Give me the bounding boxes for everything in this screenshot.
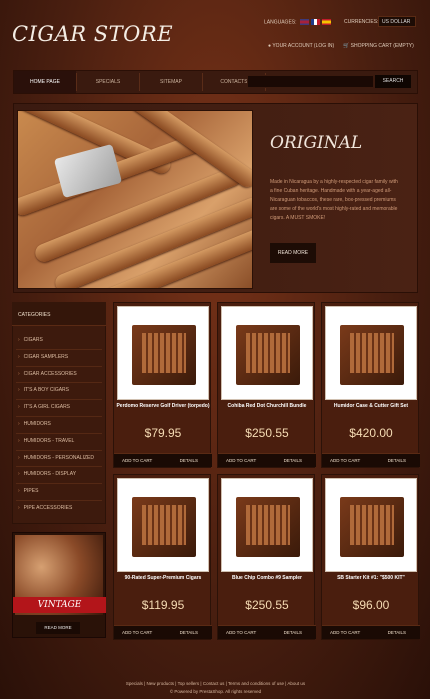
currency-select[interactable]: US DOLLAR (378, 16, 416, 27)
nav-sitemap[interactable]: SITEMAP (140, 71, 202, 93)
cigar-cutter-icon (53, 143, 123, 199)
product-image[interactable] (325, 306, 417, 400)
product-price: $119.95 (141, 598, 185, 612)
product-actions: ADD TO CART DETAILS (322, 453, 420, 467)
product-name[interactable]: Humidor Case & Cutter Gift Set (324, 403, 418, 410)
product-image[interactable] (117, 478, 209, 572)
product-image[interactable] (221, 306, 313, 400)
currencies-label: CURRENCIES: (344, 19, 379, 25)
category-item[interactable]: CIGAR ACCESSORIES (14, 371, 104, 377)
category-item[interactable]: PIPE ACCESSORIES (14, 505, 104, 511)
product-name[interactable]: Blue Chip Combo #9 Sampler (220, 575, 314, 582)
search-input[interactable] (247, 75, 374, 88)
add-to-cart-button[interactable]: ADD TO CART (122, 458, 152, 463)
languages-label: LANGUAGES: (264, 19, 297, 26)
france-flag-icon[interactable] (310, 19, 320, 25)
product-price: $96.00 (352, 598, 390, 612)
uk-flag-icon[interactable] (299, 19, 309, 25)
product-actions: ADD TO CART DETAILS (114, 453, 212, 467)
footer-links[interactable]: Specials | New products | Top sellers | … (13, 680, 418, 688)
product-actions: ADD TO CART DETAILS (114, 625, 212, 639)
cart-icon: 🛒 (343, 43, 350, 49)
category-item[interactable]: IT'S A BOY CIGARS (14, 387, 104, 393)
product-name[interactable]: Cohiba Red Dot Churchill Bundle (220, 403, 314, 410)
search-button[interactable]: SEARCH (375, 75, 411, 88)
nav-home[interactable]: HOME PAGE (14, 71, 76, 93)
store-logo[interactable]: CIGAR STORE (12, 22, 173, 46)
product-actions: ADD TO CART DETAILS (322, 625, 420, 639)
cart-link[interactable]: 🛒 SHOPPING CART (EMPTY) (343, 43, 414, 49)
details-button[interactable]: DETAILS (284, 458, 302, 463)
details-button[interactable]: DETAILS (388, 630, 406, 635)
product-price: $420.00 (349, 426, 393, 440)
details-button[interactable]: DETAILS (284, 630, 302, 635)
details-button[interactable]: DETAILS (180, 630, 198, 635)
add-to-cart-button[interactable]: ADD TO CART (226, 630, 256, 635)
category-item[interactable]: PIPES (14, 488, 104, 494)
footer: Specials | New products | Top sellers | … (13, 680, 418, 696)
add-to-cart-button[interactable]: ADD TO CART (226, 458, 256, 463)
product-name[interactable]: SB Starter Kit #1: "$500 KIT" (324, 575, 418, 582)
category-item[interactable]: HUMIDORS - DISPLAY (14, 471, 104, 477)
promo-ribbon: VINTAGE (13, 597, 106, 613)
product-actions: ADD TO CART DETAILS (218, 625, 316, 639)
product-name[interactable]: Perdomo Reserve Golf Driver (torpedo) (116, 403, 210, 410)
slide-title: ORIGINAL (270, 133, 363, 153)
product-name[interactable]: 90-Rated Super-Premium Cigars (116, 575, 210, 582)
product-card[interactable]: Blue Chip Combo #9 Sampler $250.55 ADD T… (217, 474, 316, 640)
account-label: YOUR ACCOUNT (LOG IN) (272, 43, 335, 49)
category-item[interactable]: CIGARS (14, 337, 104, 343)
nav-specials[interactable]: SPECIALS (77, 71, 139, 93)
product-card[interactable]: Perdomo Reserve Golf Driver (torpedo) $7… (113, 302, 212, 468)
product-image[interactable] (325, 478, 417, 572)
product-card[interactable]: 90-Rated Super-Premium Cigars $119.95 AD… (113, 474, 212, 640)
product-image[interactable] (221, 478, 313, 572)
languages-selector[interactable]: LANGUAGES: (264, 19, 331, 25)
footer-powered: © Powered by PrestaShop. All rights rese… (169, 689, 262, 694)
categories-title: CATEGORIES (12, 302, 106, 326)
product-actions: ADD TO CART DETAILS (218, 453, 316, 467)
details-button[interactable]: DETAILS (388, 458, 406, 463)
add-to-cart-button[interactable]: ADD TO CART (330, 630, 360, 635)
product-price: $250.55 (245, 598, 289, 612)
add-to-cart-button[interactable]: ADD TO CART (122, 630, 152, 635)
product-card[interactable]: Humidor Case & Cutter Gift Set $420.00 A… (321, 302, 420, 468)
add-to-cart-button[interactable]: ADD TO CART (330, 458, 360, 463)
category-item[interactable]: HUMIDORS - PERSONALIZED (14, 455, 104, 461)
product-price: $250.55 (245, 426, 289, 440)
account-link[interactable]: ● YOUR ACCOUNT (LOG IN) (268, 43, 334, 49)
user-icon: ● (268, 43, 272, 49)
product-price: $79.95 (144, 426, 182, 440)
product-card[interactable]: SB Starter Kit #1: "$500 KIT" $96.00 ADD… (321, 474, 420, 640)
slide-text: Made in Nicaragua by a highly-respected … (270, 179, 398, 221)
category-item[interactable]: HUMIDORS - TRAVEL (14, 438, 104, 444)
cart-label: SHOPPING CART (EMPTY) (350, 43, 414, 49)
spain-flag-icon[interactable] (321, 19, 331, 25)
category-item[interactable]: CIGAR SAMPLERS (14, 354, 104, 360)
product-card[interactable]: Cohiba Red Dot Churchill Bundle $250.55 … (217, 302, 316, 468)
category-item[interactable]: IT'S A GIRL CIGARS (14, 404, 104, 410)
category-item[interactable]: HUMIDORS (14, 421, 104, 427)
details-button[interactable]: DETAILS (180, 458, 198, 463)
hero-image (17, 110, 253, 289)
promo-read-more-button[interactable]: READ MORE (36, 622, 80, 634)
product-image[interactable] (117, 306, 209, 400)
slide-read-more-button[interactable]: READ MORE (270, 243, 316, 263)
